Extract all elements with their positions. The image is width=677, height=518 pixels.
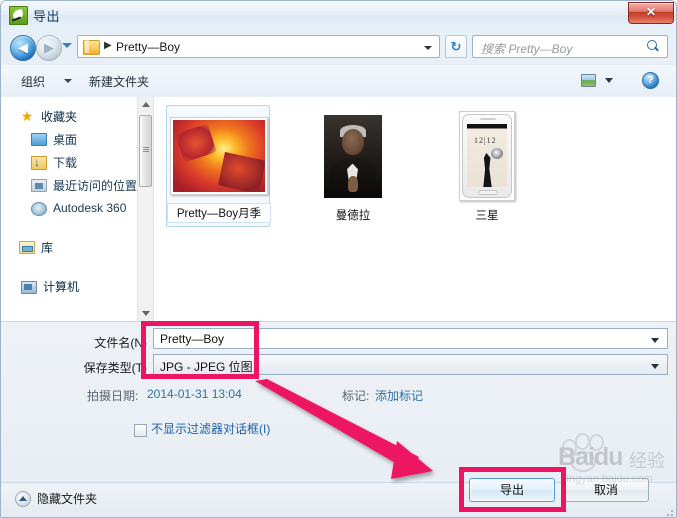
list-item[interactable]: 12|12 三星	[434, 105, 538, 227]
folder-icon	[83, 40, 100, 55]
view-mode-chevron-down-icon[interactable]	[605, 78, 613, 83]
portrait-photo-thumbnail	[324, 114, 382, 198]
recent-places-icon	[31, 179, 47, 192]
capture-date-label: 拍摄日期:	[87, 389, 139, 403]
sidebar-item-label: Autodesk 360	[53, 201, 127, 215]
file-name-value: Pretty—Boy	[160, 332, 225, 346]
breadcrumb[interactable]: Pretty—Boy	[116, 40, 180, 54]
sidebar-item-autodesk-360[interactable]: Autodesk 360	[31, 197, 126, 219]
export-file-dialog-window: 导出 ✕ ◀ ▶ ▶ Pretty—Boy ↻ 搜索 Pretty—Boy 组织…	[0, 0, 677, 518]
file-type-select[interactable]: JPG - JPEG 位图	[153, 354, 668, 375]
refresh-icon: ↻	[450, 39, 462, 54]
hide-folders-label: 隐藏文件夹	[37, 492, 98, 506]
file-name-input[interactable]: Pretty—Boy	[153, 328, 668, 349]
hide-filter-dialog-label[interactable]: 不显示过滤器对话框(I)	[151, 422, 271, 437]
address-bar[interactable]: ▶ Pretty—Boy	[77, 35, 440, 58]
list-item[interactable]: Pretty—Boy月季	[166, 105, 271, 227]
download-icon	[31, 155, 47, 170]
phone-screenshot-thumbnail: 12|12	[462, 114, 512, 198]
sidebar-item-label: 收藏夹	[41, 109, 78, 124]
cloud-icon	[31, 201, 47, 216]
hide-filter-dialog-checkbox[interactable]	[134, 424, 147, 437]
sidebar-scrollbar[interactable]	[137, 97, 153, 321]
export-app-icon	[9, 6, 28, 25]
hide-folders-toggle[interactable]: 隐藏文件夹	[15, 490, 97, 507]
help-icon: ?	[647, 74, 654, 86]
sidebar-item-downloads[interactable]: 下载	[31, 151, 77, 173]
sidebar-item-label: 计算机	[43, 279, 80, 294]
sidebar-item-label: 库	[41, 240, 54, 255]
search-icon	[647, 40, 660, 54]
chevron-up-circle-icon	[15, 490, 31, 507]
thumbnail	[301, 110, 405, 202]
address-chevron-down-icon[interactable]	[424, 46, 432, 50]
dialog-content: ★ 收藏夹 桌面 下载 最近访问的位置 Autodesk 360 库	[1, 97, 676, 321]
sidebar-item-favorites[interactable]: ★ 收藏夹	[19, 105, 77, 127]
sidebar-item-recent-places[interactable]: 最近访问的位置	[31, 174, 137, 196]
scrollbar-thumb[interactable]	[139, 115, 152, 187]
file-name-chevron-down-icon[interactable]	[651, 338, 659, 343]
resize-grip[interactable]	[663, 506, 675, 517]
sidebar-item-label: 最近访问的位置	[53, 178, 138, 193]
search-box[interactable]: 搜索 Pretty—Boy	[472, 35, 668, 58]
computer-icon	[21, 280, 37, 294]
breadcrumb-separator-icon: ▶	[104, 40, 112, 51]
thumbnail: 12|12	[435, 110, 539, 202]
scroll-up-icon[interactable]	[138, 97, 153, 113]
star-icon: ★	[20, 108, 34, 124]
desktop-icon	[31, 133, 47, 146]
file-type-chevron-down-icon[interactable]	[651, 364, 659, 369]
file-name-label: 三星	[475, 210, 499, 222]
file-name-label: Pretty—Boy月季	[167, 203, 271, 223]
back-button[interactable]: ◀	[10, 35, 36, 61]
library-icon	[19, 241, 35, 254]
organize-button[interactable]: 组织	[21, 73, 45, 90]
forward-button[interactable]: ▶	[36, 35, 62, 61]
export-button[interactable]: 导出	[469, 478, 555, 502]
file-name-label: 曼德拉	[335, 210, 371, 222]
close-icon: ✕	[645, 5, 657, 19]
thumbnail	[167, 110, 271, 202]
file-type-value: JPG - JPEG 位图	[160, 360, 253, 374]
file-list: Pretty—Boy月季 曼德拉 12|12 三星	[154, 97, 676, 321]
navigation-sidebar: ★ 收藏夹 桌面 下载 最近访问的位置 Autodesk 360 库	[1, 97, 154, 321]
sidebar-item-label: 下载	[53, 155, 78, 170]
view-mode-icon[interactable]	[581, 74, 596, 87]
recent-locations-chevron-down-icon[interactable]	[62, 43, 72, 48]
sidebar-item-computer[interactable]: 计算机	[19, 275, 79, 297]
refresh-button[interactable]: ↻	[445, 35, 467, 58]
window-title: 导出	[33, 9, 61, 24]
close-button[interactable]: ✕	[628, 2, 674, 24]
sidebar-item-desktop[interactable]: 桌面	[31, 128, 77, 150]
scroll-down-icon[interactable]	[138, 305, 153, 321]
rose-photo-thumbnail	[173, 120, 265, 192]
back-arrow-icon: ◀	[18, 40, 28, 55]
add-tag-link[interactable]: 添加标记	[375, 387, 423, 404]
cancel-button[interactable]: 取消	[563, 478, 649, 502]
tags-label: 标记:	[342, 389, 370, 403]
search-input[interactable]: 搜索 Pretty—Boy	[481, 40, 572, 57]
list-item[interactable]: 曼德拉	[300, 105, 404, 227]
sidebar-item-libraries[interactable]: 库	[19, 236, 53, 258]
file-type-label-text: 保存类型(T)	[83, 361, 147, 375]
toolbar: 组织 新建文件夹 ?	[1, 65, 676, 98]
title-bar: 导出 ✕	[1, 1, 676, 29]
help-button[interactable]: ?	[642, 72, 659, 89]
file-name-label-text: 文件名(N)	[94, 336, 147, 350]
forward-arrow-icon: ▶	[44, 40, 54, 55]
organize-chevron-down-icon[interactable]	[64, 79, 72, 83]
new-folder-button[interactable]: 新建文件夹	[89, 73, 149, 90]
navigation-bar: ◀ ▶ ▶ Pretty—Boy ↻ 搜索 Pretty—Boy	[1, 29, 676, 65]
capture-date-value: 2014-01-31 13:04	[147, 387, 242, 401]
sidebar-item-label: 桌面	[53, 132, 78, 147]
